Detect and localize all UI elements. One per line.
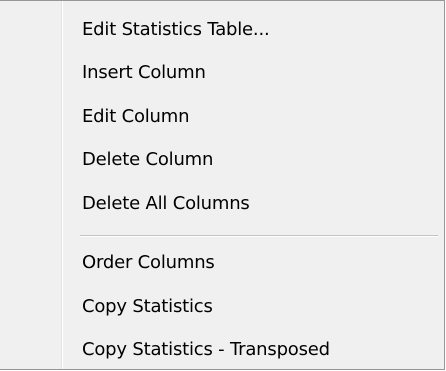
menu-item-edit-statistics-table[interactable]: Edit Statistics Table...: [2, 11, 442, 49]
menu-item-order-columns[interactable]: Order Columns: [2, 244, 442, 282]
menu-item-label: Edit Column: [82, 106, 190, 127]
menu-item-label: Copy Statistics - Transposed: [82, 339, 330, 360]
context-menu: Edit Statistics Table... Insert Column E…: [0, 0, 445, 370]
menu-item-copy-statistics-transposed[interactable]: Copy Statistics - Transposed: [2, 331, 442, 369]
menu-item-delete-all-columns[interactable]: Delete All Columns: [2, 185, 442, 223]
menu-item-delete-column[interactable]: Delete Column: [2, 141, 442, 179]
menu-item-label: Copy Statistics: [82, 296, 213, 317]
menu-item-edit-column[interactable]: Edit Column: [2, 98, 442, 136]
menu-item-insert-column[interactable]: Insert Column: [2, 54, 442, 92]
menu-item-label: Delete Column: [82, 149, 214, 170]
menu-item-label: Order Columns: [82, 252, 215, 273]
menu-item-label: Edit Statistics Table...: [82, 19, 270, 40]
menu-item-label: Delete All Columns: [82, 193, 250, 214]
menu-separator: [80, 235, 438, 237]
menu-item-copy-statistics[interactable]: Copy Statistics: [2, 288, 442, 326]
menu-item-label: Insert Column: [82, 62, 206, 83]
